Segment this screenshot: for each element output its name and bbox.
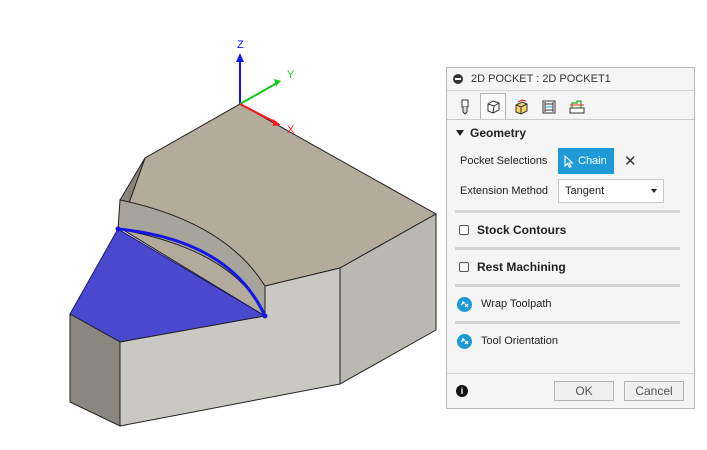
wrap-toolpath-label: Wrap Toolpath bbox=[481, 298, 552, 310]
rest-machining-label: Rest Machining bbox=[477, 260, 566, 274]
dialog-footer: i OK Cancel bbox=[447, 373, 694, 408]
clear-selection-icon[interactable]: ✕ bbox=[624, 154, 637, 169]
extension-method-select[interactable]: Tangent bbox=[558, 179, 664, 203]
wrap-toolpath-icon bbox=[457, 296, 472, 312]
extension-method-row: Extension Method Tangent bbox=[447, 176, 694, 206]
tool-icon bbox=[461, 99, 469, 115]
cursor-arrow-icon bbox=[564, 154, 574, 168]
geometry-icon bbox=[487, 99, 500, 114]
ok-button[interactable]: OK bbox=[554, 381, 614, 401]
chain-selection-button[interactable]: Chain bbox=[558, 148, 614, 174]
tool-orientation-icon bbox=[457, 333, 472, 349]
geometry-section-title: Geometry bbox=[470, 126, 527, 140]
tab-linking[interactable] bbox=[564, 95, 590, 119]
passes-icon bbox=[542, 100, 556, 114]
cancel-button[interactable]: Cancel bbox=[624, 381, 684, 401]
extension-method-value: Tangent bbox=[565, 185, 605, 197]
pocket-dialog: 2D POCKET : 2D POCKET1 Geometry Pocket S… bbox=[446, 67, 695, 409]
tool-orientation-label: Tool Orientation bbox=[481, 335, 559, 347]
tab-geometry[interactable] bbox=[480, 93, 506, 119]
expand-triangle-icon bbox=[456, 130, 464, 136]
stock-contours-label: Stock Contours bbox=[477, 223, 567, 237]
extension-method-label: Extension Method bbox=[460, 185, 549, 197]
geometry-section-header[interactable]: Geometry bbox=[447, 120, 694, 146]
rest-machining-checkbox[interactable] bbox=[459, 262, 469, 272]
stock-contours-section[interactable]: Stock Contours bbox=[447, 213, 694, 247]
tool-orientation-section[interactable]: Tool Orientation bbox=[447, 324, 694, 358]
tab-heights[interactable] bbox=[508, 95, 534, 119]
heights-icon bbox=[515, 99, 528, 115]
dialog-header: 2D POCKET : 2D POCKET1 bbox=[447, 68, 694, 91]
axis-x-label: X bbox=[287, 124, 295, 136]
chain-end-point bbox=[262, 313, 268, 319]
axis-y-label: Y bbox=[287, 69, 295, 81]
tab-passes[interactable] bbox=[536, 95, 562, 119]
info-icon[interactable]: i bbox=[456, 385, 468, 397]
pocket-selections-label: Pocket Selections bbox=[460, 155, 548, 167]
chevron-down-icon bbox=[651, 189, 657, 193]
tab-tool[interactable] bbox=[452, 95, 478, 119]
linking-icon bbox=[569, 100, 585, 114]
rest-machining-section[interactable]: Rest Machining bbox=[447, 250, 694, 284]
stock-contours-checkbox[interactable] bbox=[459, 225, 469, 235]
wrap-toolpath-section[interactable]: Wrap Toolpath bbox=[447, 287, 694, 321]
pocket-selections-row: Pocket Selections Chain ✕ bbox=[447, 146, 694, 176]
chain-start-point bbox=[115, 226, 121, 232]
collapse-icon[interactable] bbox=[453, 74, 463, 84]
axis-z-label: Z bbox=[237, 39, 244, 51]
dialog-tabs bbox=[447, 91, 694, 120]
chain-button-label: Chain bbox=[578, 155, 607, 167]
dialog-title: 2D POCKET : 2D POCKET1 bbox=[471, 73, 611, 85]
